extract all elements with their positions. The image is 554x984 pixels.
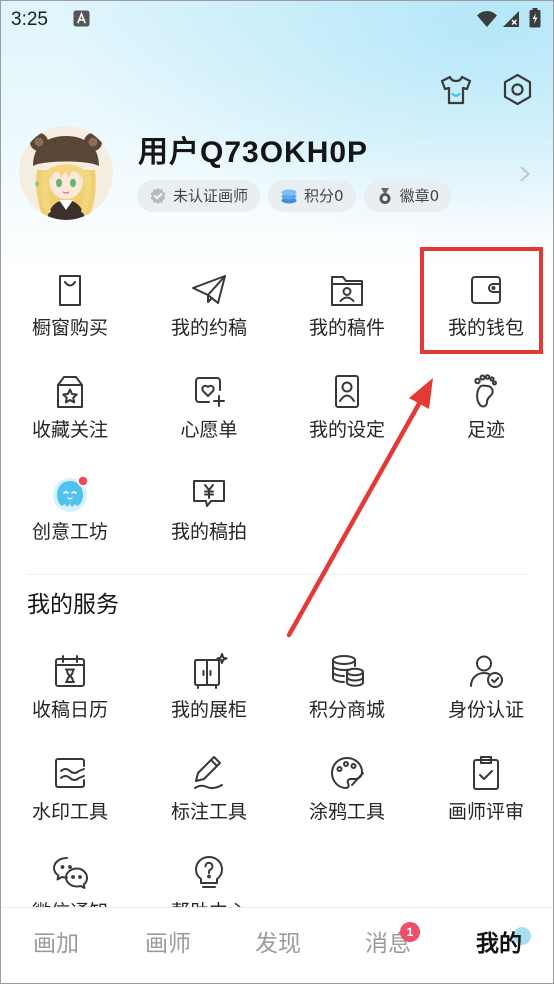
cabinet-icon [189,651,229,691]
app-notification-icon [73,10,90,27]
grid-item-label: 橱窗购买 [31,317,108,339]
help-bulb-icon [189,853,229,893]
nav-tab-label: 发现 [255,931,301,957]
artist-verification-badge[interactable]: 未认证画师 [137,180,261,212]
grid-item-label: 我的设定 [308,419,385,441]
settings-icon[interactable] [500,72,535,107]
calendar-hourglass-icon [50,651,90,691]
profile-badges: 未认证画师 积分0 徽章0 [137,180,452,212]
star-box-icon [50,371,90,411]
grid-item-creative-workshop[interactable]: 创意工坊 [1,473,139,567]
services-section-title: 我的服务 [27,592,119,618]
folder-user-icon [327,269,367,309]
heart-add-icon [189,371,229,411]
grid-item-footprints[interactable]: 足迹 [417,371,553,465]
service-item-points-mall[interactable]: 积分商城 [278,651,416,745]
bottom-navigation: 画加 画师 发现 消息 1 我的 [1,907,553,983]
grid-item-label: 我的约稿 [170,317,247,339]
section-divider [27,574,529,575]
service-item-my-showcase[interactable]: 我的展柜 [140,651,278,745]
clipboard-check-icon [466,753,506,793]
grid-item-wishlist[interactable]: 心愿单 [140,371,278,465]
grid-item-showcase-shop[interactable]: 橱窗购买 [1,269,139,363]
service-item-label: 标注工具 [170,801,247,823]
footprint-icon [466,371,506,411]
nav-tab-discover[interactable]: 发现 [228,908,328,980]
grid-item-my-wallet[interactable]: 我的钱包 [417,269,553,363]
username[interactable]: 用户Q73OKH0P [138,134,368,172]
shopping-bag-icon [50,269,90,309]
grid-item-label: 收藏关注 [31,419,108,441]
nav-tab-artists[interactable]: 画师 [118,908,218,980]
grid-item-label: 足迹 [466,419,505,441]
service-item-label: 收稿日历 [31,699,108,721]
nav-tab-me[interactable]: 我的 [449,908,549,980]
palette-icon [327,753,367,793]
mascot-icon [50,473,90,513]
service-item-label: 画师评审 [447,801,524,823]
nav-tab-label: 我的 [476,931,522,957]
signal-icon [502,10,520,28]
service-item-identity-verification[interactable]: 身份认证 [417,651,553,745]
medals-badge[interactable]: 徽章0 [363,180,452,212]
verified-badge-icon [149,187,167,205]
user-verified-icon [466,651,506,691]
grid-item-favorites-follows[interactable]: 收藏关注 [1,371,139,465]
yen-bubble-icon [189,473,229,513]
wallet-icon [466,269,506,309]
points-badge[interactable]: 积分0 [268,180,356,212]
grid-item-label: 我的钱包 [447,317,524,339]
tshirt-icon[interactable] [439,73,473,107]
service-item-artist-review[interactable]: 画师评审 [417,753,553,847]
service-item-label: 水印工具 [31,801,108,823]
grid-item-my-settings[interactable]: 我的设定 [278,371,416,465]
service-item-label: 身份认证 [447,699,524,721]
grid-item-label: 心愿单 [180,419,238,441]
service-item-annotation-tool[interactable]: 标注工具 [140,753,278,847]
grid-item-my-commissions[interactable]: 我的约稿 [140,269,278,363]
nav-tab-messages[interactable]: 消息 [338,908,438,980]
coins-icon [280,187,298,205]
badge-label: 未认证画师 [173,187,249,205]
coins-stack-icon [327,651,367,691]
chevron-right-icon[interactable] [519,165,531,183]
watermark-icon [50,753,90,793]
badge-label: 徽章0 [399,187,440,205]
grid-item-label: 我的稿件 [308,317,385,339]
battery-charging-icon [529,8,541,28]
service-item-label: 涂鸦工具 [308,801,385,823]
grid-item-my-manuscripts[interactable]: 我的稿件 [278,269,416,363]
paper-plane-icon [189,269,229,309]
message-count-badge: 1 [400,922,420,942]
app-screen: 3:25 用户Q73OKH0P 未认证画师 积分0 徽章0 橱窗购买 我的约稿 … [0,0,554,984]
service-item-label: 我的展柜 [170,699,247,721]
wechat-icon [50,853,90,893]
wifi-icon [476,10,498,28]
nav-tab-label: 画加 [33,931,79,957]
grid-item-label: 创意工坊 [31,521,108,543]
service-item-label: 积分商城 [308,699,385,721]
grid-item-my-commission-auction[interactable]: 我的稿拍 [140,473,278,567]
service-item-commission-calendar[interactable]: 收稿日历 [1,651,139,745]
notification-dot [77,475,89,487]
pencil-icon [189,753,229,793]
avatar[interactable] [19,126,113,220]
nav-tab-label: 画师 [145,931,191,957]
status-time: 3:25 [11,9,48,30]
service-item-watermark-tool[interactable]: 水印工具 [1,753,139,847]
nav-tab-huajia[interactable]: 画加 [6,908,106,980]
profile-card-icon [327,371,367,411]
grid-item-label: 我的稿拍 [170,521,247,543]
badge-label: 积分0 [304,187,344,205]
service-item-doodle-tool[interactable]: 涂鸦工具 [278,753,416,847]
medal-icon [376,187,394,205]
